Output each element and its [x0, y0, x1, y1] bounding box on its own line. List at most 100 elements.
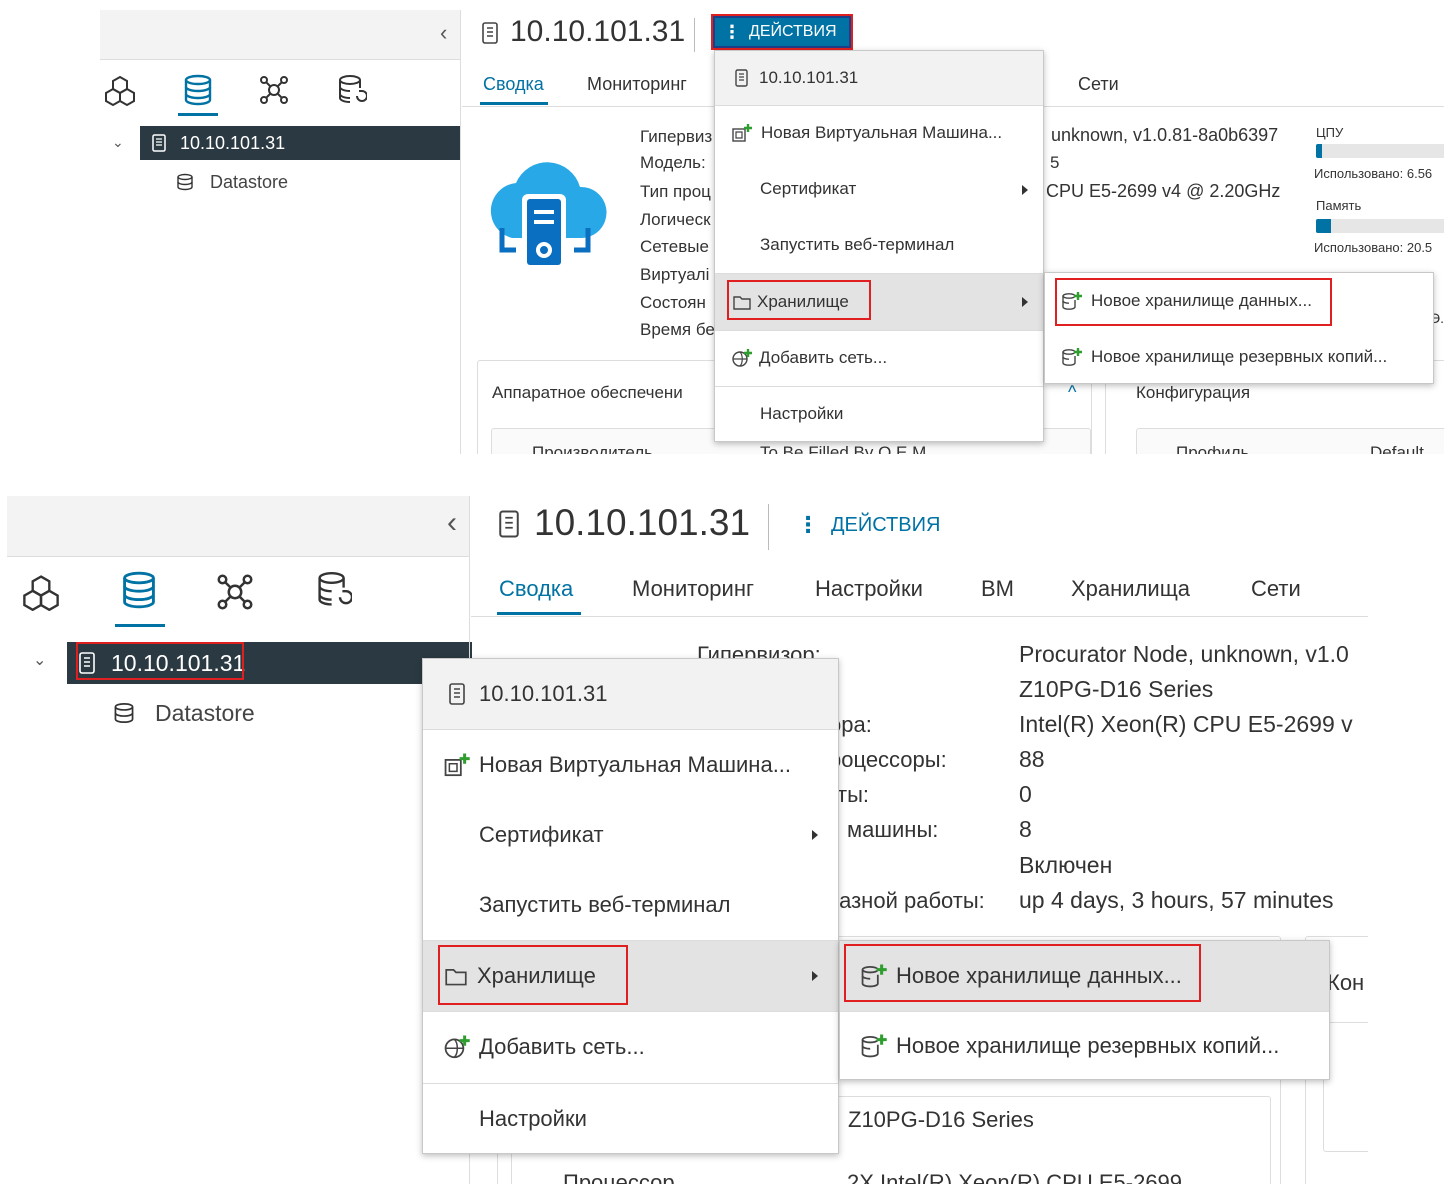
- config-card-title: Кон: [1327, 970, 1365, 995]
- tab-summary[interactable]: Сводка: [499, 576, 573, 602]
- menu-settings[interactable]: Настройки: [423, 1084, 838, 1154]
- menu-web-terminal-label: Запустить веб-терминал: [760, 235, 955, 254]
- tree-expand-chevron-icon[interactable]: ⌄: [33, 650, 46, 670]
- summary-tab-indicator: [480, 102, 548, 105]
- menu-certificate[interactable]: Сертификат: [423, 800, 838, 870]
- info-label: Сетевые: [640, 237, 709, 256]
- menu-settings-label: Настройки: [479, 1106, 587, 1131]
- actions-menu: 10.10.101.31 Новая Виртуальная Машина...…: [714, 50, 1044, 442]
- tab-networks[interactable]: Сети: [1251, 576, 1301, 602]
- add-network-icon: [444, 1035, 470, 1059]
- storage-icon[interactable]: [178, 70, 218, 110]
- submenu-new-backup-storage[interactable]: Новое хранилище резервных копий...: [840, 1012, 1329, 1080]
- tree-expand-chevron-icon[interactable]: ⌄: [112, 134, 124, 151]
- info-value: CPU E5-2699 v4 @ 2.20GHz: [1046, 181, 1281, 201]
- collapse-chevron-icon[interactable]: ‹: [447, 506, 457, 540]
- submenu-new-backup-storage-label: Новое хранилище резервных копий...: [1091, 347, 1388, 366]
- menu-certificate-label: Сертификат: [760, 179, 857, 198]
- info-label: Время бе: [640, 320, 715, 339]
- hardware-model-value: Z10PG-D16 Series: [848, 1107, 1034, 1132]
- navigator-header: [7, 496, 469, 556]
- hardware-collapse-icon[interactable]: ^: [1068, 382, 1076, 403]
- tab-monitoring[interactable]: Мониторинг: [632, 576, 754, 602]
- info-value: Z10PG-D16 Series: [1019, 676, 1214, 702]
- backup-storage-icon[interactable]: [332, 70, 372, 110]
- new-vm-icon: [444, 753, 470, 777]
- info-label: Модель:: [640, 153, 706, 172]
- memory-bar-fill: [1316, 219, 1331, 233]
- bottom-screenshot: ‹ ⌄ 10.10.101.31 Datastore 10.10.101.31 …: [7, 496, 1368, 1184]
- info-value: Intel(R) Xeon(R) CPU E5-2699 v: [1019, 711, 1353, 737]
- tree-datastore-row[interactable]: Datastore: [176, 170, 288, 194]
- info-label: Тип проц: [640, 182, 711, 201]
- cpu-label: ЦПУ: [1316, 125, 1344, 140]
- menu-add-network[interactable]: Добавить сеть...: [423, 1012, 838, 1082]
- storage-tab-indicator: [178, 113, 218, 116]
- menu-header: 10.10.101.31: [423, 659, 838, 729]
- datastore-icon: [177, 173, 193, 191]
- highlight-storage: [438, 945, 628, 1005]
- new-backup-storage-icon: [1062, 348, 1082, 366]
- vms-and-templates-icon[interactable]: [100, 70, 140, 110]
- cpu-bar-track: [1316, 144, 1444, 158]
- memory-label: Память: [1316, 198, 1362, 213]
- network-icon[interactable]: [254, 70, 294, 110]
- actions-label: ДЕЙСТВИЯ: [749, 23, 837, 40]
- menu-new-vm-label: Новая Виртуальная Машина...: [479, 752, 792, 777]
- info-label: казной работы:: [829, 888, 985, 913]
- submenu-new-backup-storage[interactable]: Новое хранилище резервных копий...: [1045, 329, 1433, 385]
- hardware-cpu-label: Процессор: [563, 1170, 675, 1184]
- menu-new-vm[interactable]: Новая Виртуальная Машина...: [715, 107, 1043, 159]
- info-value: Включен: [1019, 852, 1113, 878]
- menu-settings-label: Настройки: [760, 404, 844, 423]
- info-value: 5: [1050, 153, 1060, 172]
- menu-web-terminal[interactable]: Запустить веб-терминал: [423, 870, 838, 940]
- menu-certificate[interactable]: Сертификат: [715, 161, 1043, 217]
- config-card-title: Конфигурация: [1136, 383, 1251, 402]
- info-label: Гипервиз: [640, 127, 713, 146]
- menu-settings[interactable]: Настройки: [715, 387, 1043, 441]
- tab-vms[interactable]: ВМ: [981, 576, 1014, 602]
- new-vm-icon: [732, 124, 752, 142]
- menu-add-network[interactable]: Добавить сеть...: [715, 331, 1043, 385]
- tree-host-row[interactable]: 10.10.101.31: [140, 126, 460, 160]
- tab-settings[interactable]: Настройки: [815, 576, 923, 602]
- tab-summary[interactable]: Сводка: [483, 74, 544, 95]
- tree-datastore-label: Datastore: [210, 171, 289, 192]
- actions-button[interactable]: ⋮ ДЕЙСТВИЯ: [711, 14, 853, 50]
- tree-datastore-label: Datastore: [155, 699, 255, 726]
- actions-button[interactable]: ⋮ ДЕЙСТВИЯ: [797, 508, 940, 542]
- tab-datastores[interactable]: Хранилища: [1071, 576, 1190, 602]
- config-row-value: Default: [1370, 443, 1424, 454]
- hardware-row-label: Производитель: [532, 443, 654, 454]
- menu-new-vm[interactable]: Новая Виртуальная Машина...: [423, 730, 838, 800]
- info-value: Procurator Node, unknown, v1.0: [1019, 641, 1349, 667]
- info-label: Логическ: [640, 210, 711, 229]
- menu-header: 10.10.101.31: [715, 51, 1043, 105]
- navigator-header: [100, 10, 460, 60]
- hardware-card-title: Аппаратное обеспечени: [492, 383, 683, 402]
- info-label: ты:: [837, 782, 870, 807]
- vms-and-templates-icon[interactable]: [19, 570, 63, 614]
- storage-icon[interactable]: [117, 568, 161, 612]
- tree-datastore-row[interactable]: Datastore: [113, 698, 255, 728]
- tab-networks[interactable]: Сети: [1078, 74, 1119, 95]
- menu-header-label: 10.10.101.31: [759, 68, 859, 87]
- storage-tab-indicator: [115, 624, 165, 627]
- more-vertical-icon: ⋮: [797, 512, 819, 537]
- server-icon: [735, 69, 748, 87]
- server-icon: [499, 510, 519, 538]
- actions-label: ДЕЙСТВИЯ: [831, 513, 941, 536]
- menu-web-terminal-label: Запустить веб-терминал: [479, 892, 731, 917]
- tab-monitoring[interactable]: Мониторинг: [587, 74, 687, 95]
- info-label: роцессоры:: [829, 747, 947, 772]
- submenu-new-backup-storage-label: Новое хранилище резервных копий...: [896, 1033, 1280, 1058]
- backup-storage-icon[interactable]: [312, 568, 356, 612]
- menu-web-terminal[interactable]: Запустить веб-терминал: [715, 217, 1043, 273]
- collapse-chevron-icon[interactable]: ‹: [440, 20, 447, 46]
- config-row-label: Профиль: [1176, 443, 1250, 454]
- server-icon: [152, 134, 166, 152]
- network-icon[interactable]: [213, 570, 257, 614]
- hardware-cpu-value: 2X Intel(R) Xeon(R) CPU E5-2699: [847, 1170, 1183, 1184]
- highlight-host: [76, 642, 244, 680]
